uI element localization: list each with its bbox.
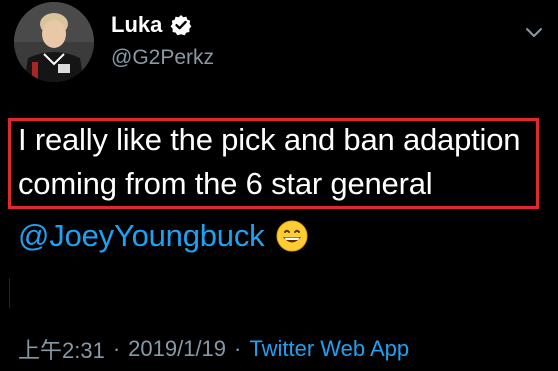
- tweet-meta: 上午2:31 · 2019/1/19 · Twitter Web App: [18, 334, 409, 364]
- author-handle[interactable]: @G2Perkz: [111, 44, 214, 72]
- chevron-down-icon[interactable]: [522, 20, 546, 44]
- meta-separator: ·: [112, 336, 121, 361]
- tweet-text-line: coming from the 6 star general: [18, 166, 433, 201]
- mention-link[interactable]: @JoeyYoungbuck: [18, 214, 265, 258]
- tweet-source-link[interactable]: Twitter Web App: [249, 336, 409, 362]
- tweet-text-line: I really like the pick and ban adaption: [18, 122, 521, 157]
- tweet-card: Luka @G2Perkz I really like the pick and…: [0, 0, 558, 371]
- mention-row: @JoeyYoungbuck: [18, 214, 308, 258]
- verified-badge-icon: [170, 14, 192, 36]
- tweet-text: I really like the pick and ban adaption …: [18, 118, 538, 206]
- tweet-date[interactable]: 2019/1/19: [128, 336, 226, 362]
- tweet-time[interactable]: 上午2:31: [18, 333, 105, 365]
- avatar-image: [14, 2, 94, 82]
- divider-mark: [9, 278, 10, 308]
- avatar[interactable]: [14, 2, 94, 82]
- grinning-face-emoji: [276, 220, 308, 252]
- author-name-row: Luka: [111, 10, 192, 40]
- meta-separator: ·: [234, 336, 242, 361]
- author-display-name[interactable]: Luka: [111, 10, 162, 40]
